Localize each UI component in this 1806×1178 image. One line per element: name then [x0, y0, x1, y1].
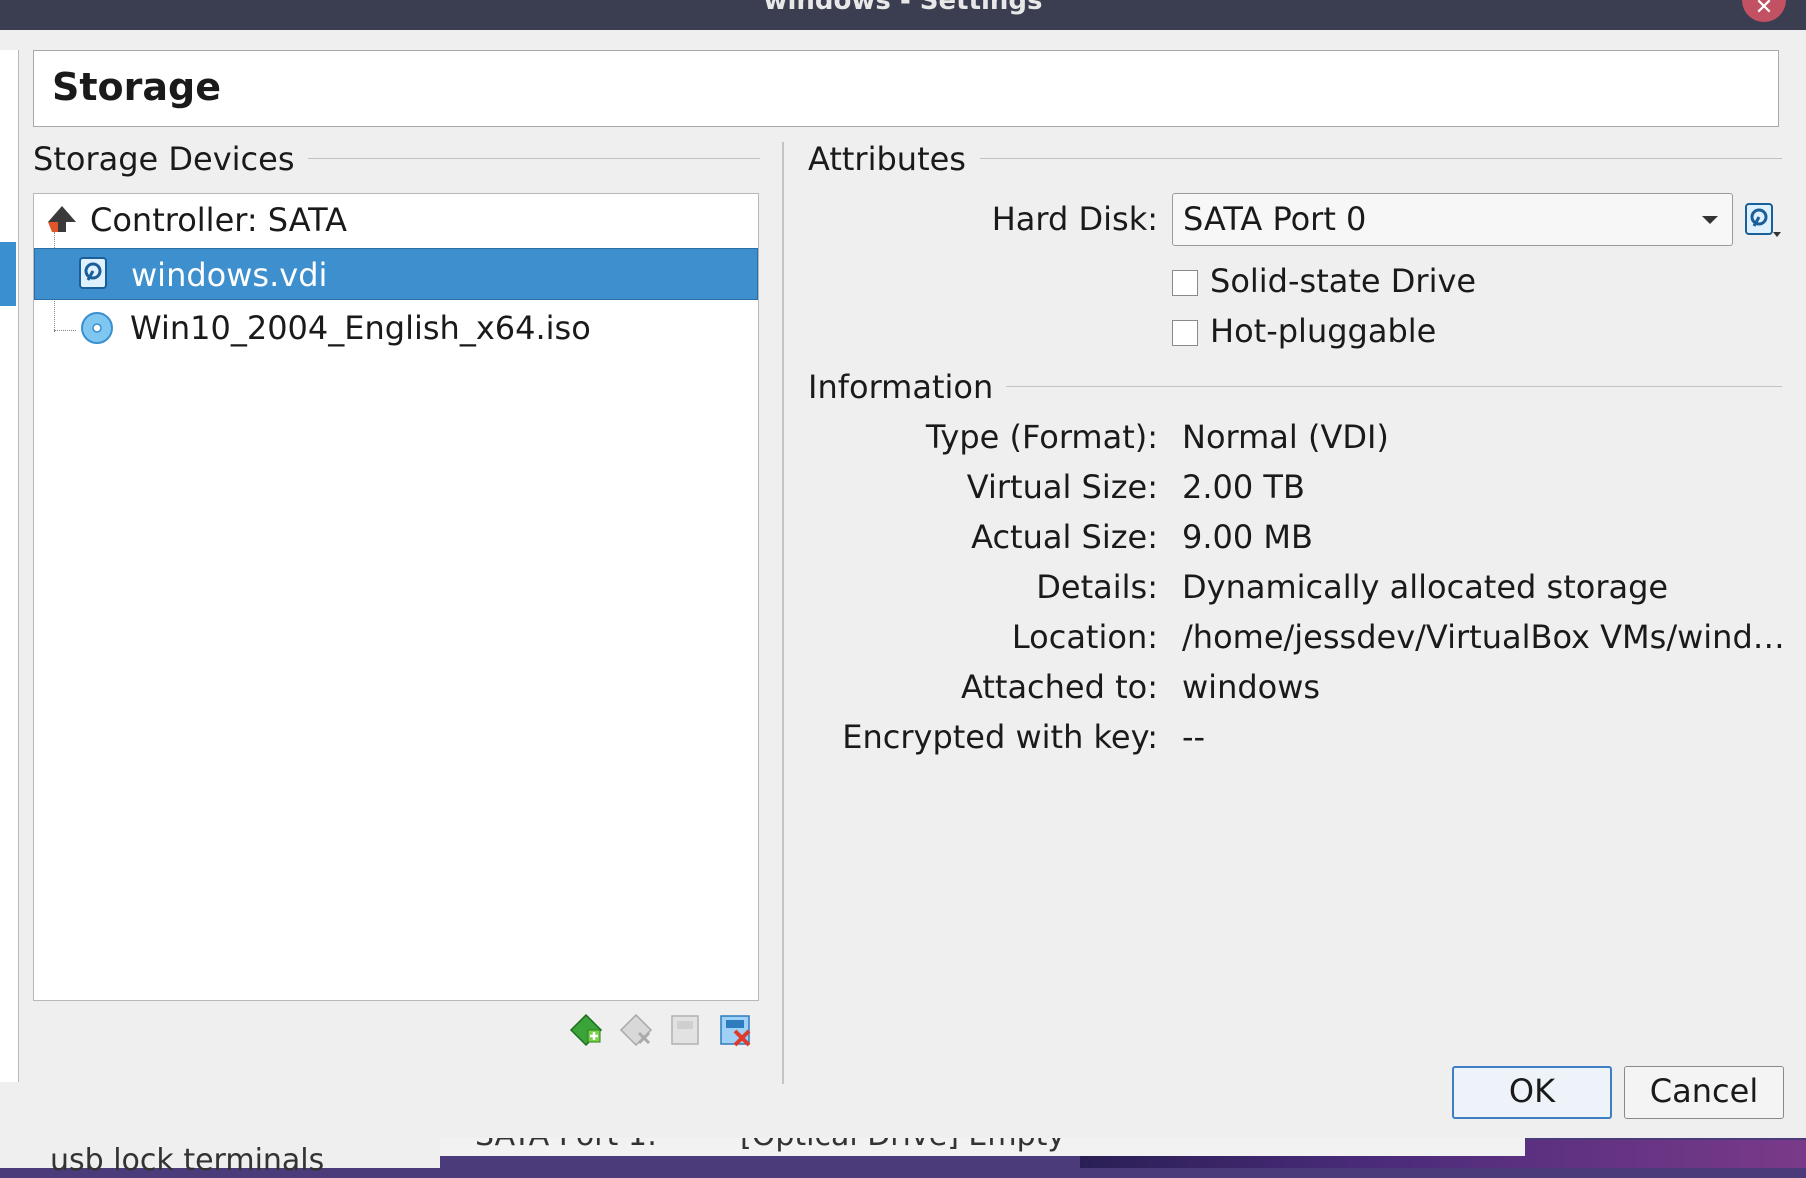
- attributes-label: Attributes: [808, 140, 966, 178]
- group-divider: [308, 158, 760, 159]
- info-label-attached-to: Attached to:: [961, 668, 1158, 706]
- info-value-attached-to: windows: [1182, 668, 1321, 706]
- window-title: windows - Settings: [763, 0, 1043, 16]
- close-button[interactable]: ✕: [1742, 0, 1786, 22]
- add-controller-icon[interactable]: [668, 1012, 704, 1048]
- group-divider: [1006, 386, 1782, 387]
- info-value-details: Dynamically allocated storage: [1182, 568, 1669, 606]
- tree-item-windows-vdi[interactable]: windows.vdi: [34, 248, 758, 300]
- remove-attachment-icon[interactable]: [618, 1012, 654, 1048]
- info-label-encrypted: Encrypted with key:: [842, 718, 1158, 756]
- group-divider: [980, 158, 1782, 159]
- info-label-virtual-size: Virtual Size:: [966, 468, 1158, 506]
- tree-item-label: Controller: SATA: [90, 201, 348, 239]
- info-label-location: Location:: [1011, 618, 1158, 656]
- hard-disk-icon: [79, 257, 107, 289]
- ssd-label: Solid-state Drive: [1210, 262, 1477, 300]
- settings-sidebar-selected-item[interactable]: [0, 242, 16, 306]
- storage-tree[interactable]: Controller: SATA windows.vdi Win10_2004_…: [33, 193, 759, 1001]
- hard-disk-select[interactable]: SATA Port 0: [1172, 193, 1733, 246]
- info-value-virtual-size: 2.00 TB: [1182, 468, 1305, 506]
- tree-item-controller-sata[interactable]: Controller: SATA: [34, 194, 758, 246]
- background-text: usb lock terminals: [50, 1143, 325, 1178]
- tree-item-label: Win10_2004_English_x64.iso: [130, 309, 591, 347]
- info-label-details: Details:: [1036, 568, 1158, 606]
- ssd-checkbox[interactable]: [1172, 270, 1198, 296]
- title-bar[interactable]: windows - Settings ✕: [0, 0, 1806, 30]
- info-value-actual-size: 9.00 MB: [1182, 518, 1313, 556]
- choose-disk-icon[interactable]: [1743, 202, 1781, 240]
- chevron-down-icon: [1702, 216, 1718, 224]
- close-icon: ✕: [1754, 0, 1774, 20]
- information-label: Information: [808, 368, 994, 406]
- page-header: Storage: [33, 50, 1779, 127]
- add-attachment-icon[interactable]: [568, 1012, 604, 1048]
- tree-item-win10-iso[interactable]: Win10_2004_English_x64.iso: [34, 302, 758, 354]
- hotplug-checkbox[interactable]: [1172, 320, 1198, 346]
- hard-disk-label: Hard Disk:: [991, 200, 1158, 238]
- cancel-button[interactable]: Cancel: [1624, 1066, 1784, 1119]
- panel-separator: [782, 142, 784, 1084]
- remove-controller-icon[interactable]: [718, 1012, 754, 1048]
- page-title: Storage: [52, 65, 221, 109]
- optical-disc-icon: [81, 312, 113, 344]
- sata-controller-icon: [48, 206, 76, 232]
- storage-devices-label: Storage Devices: [33, 140, 295, 178]
- settings-dialog: Storage Storage Devices Controller: SATA…: [0, 30, 1806, 1138]
- info-value-location: /home/jessdev/VirtualBox VMs/wind…: [1182, 618, 1785, 656]
- info-value-type: Normal (VDI): [1182, 418, 1389, 456]
- ok-button[interactable]: OK: [1452, 1066, 1612, 1119]
- hotplug-label: Hot-pluggable: [1210, 312, 1437, 350]
- info-label-type: Type (Format):: [925, 418, 1158, 456]
- info-label-actual-size: Actual Size:: [971, 518, 1158, 556]
- hard-disk-select-value: SATA Port 0: [1183, 200, 1367, 238]
- settings-sidebar[interactable]: [0, 50, 19, 1082]
- tree-item-label: windows.vdi: [131, 256, 328, 294]
- info-value-encrypted: --: [1182, 718, 1206, 756]
